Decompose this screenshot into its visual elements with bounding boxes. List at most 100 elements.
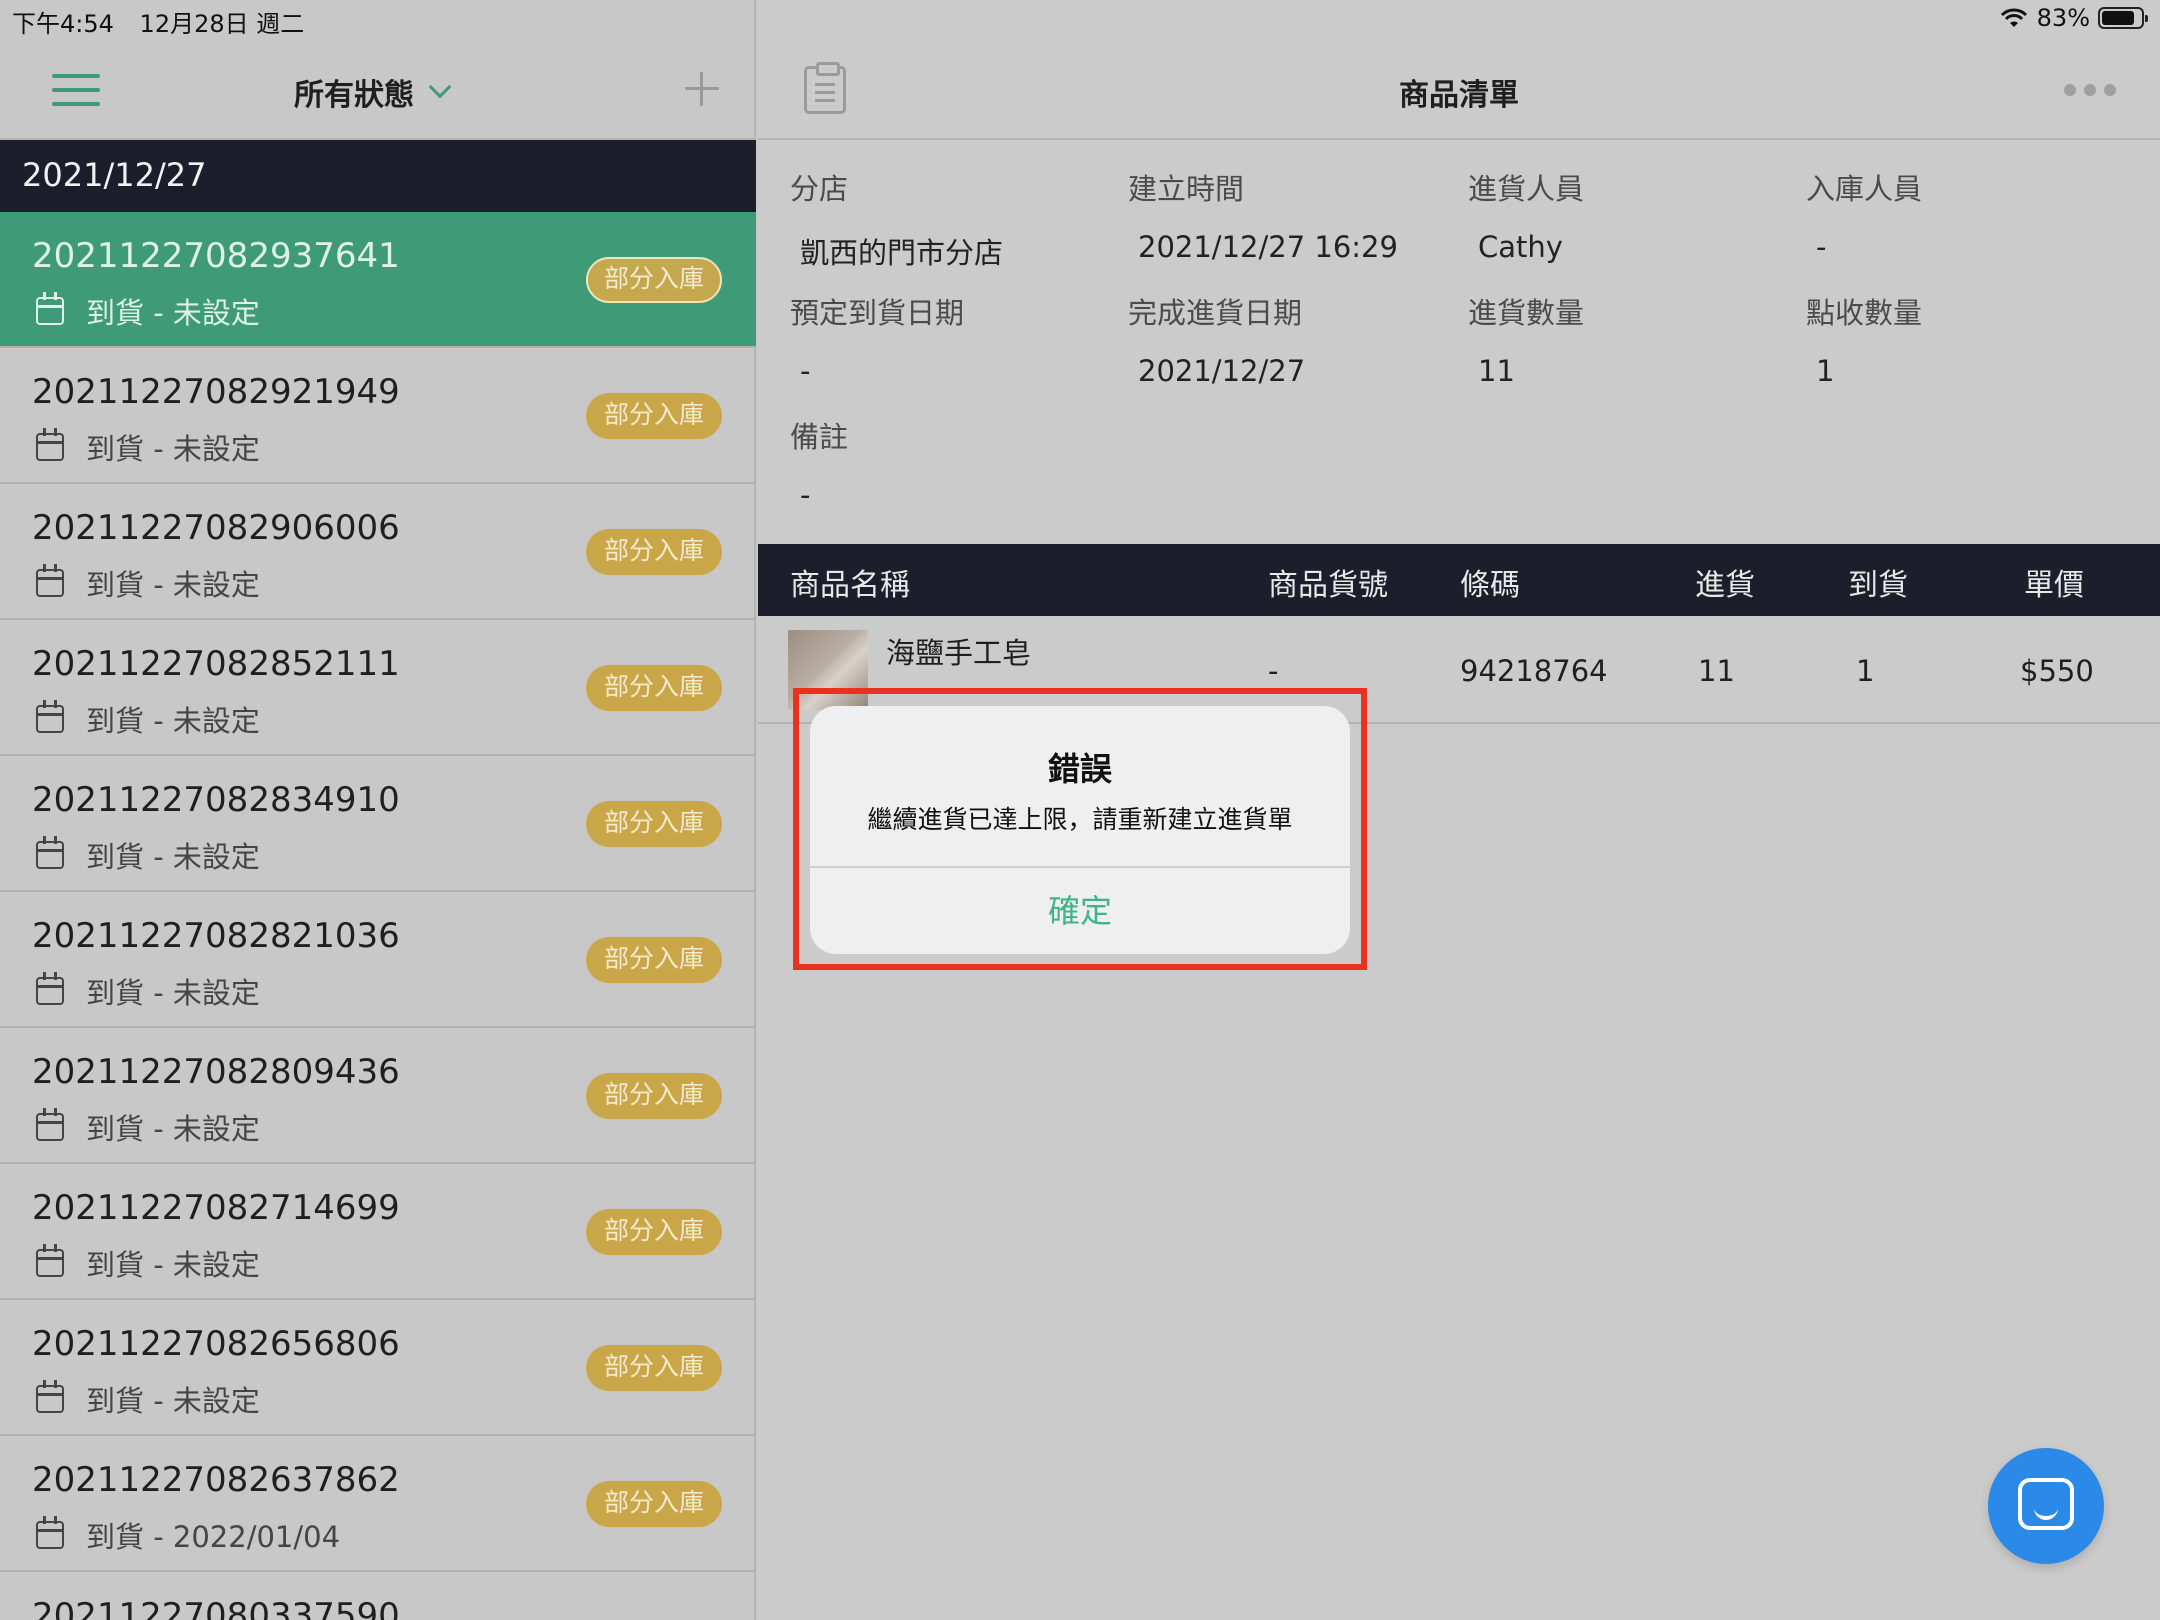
page-title: 商品清單: [1399, 78, 1519, 113]
arrival-text: 到貨 - 未設定: [86, 568, 260, 602]
order-arrival: 到貨 - 未設定: [36, 290, 260, 332]
order-list: 20211227082937641 到貨 - 未設定 部分入庫 20211227…: [0, 212, 756, 1620]
arrival-text: 到貨 - 未設定: [86, 1112, 260, 1146]
order-number: 20211227082821036: [32, 916, 400, 956]
status-filter-label: 所有狀態: [294, 78, 414, 113]
order-number: 20211227082714699: [32, 1188, 400, 1228]
alert-title: 錯誤: [1047, 750, 1112, 788]
ipad-screen: 所有狀態 2021/12/27 20211227082937641 到貨 - 未…: [0, 0, 2160, 1620]
status-badge: 部分入庫: [586, 1345, 722, 1391]
date-section-header: 2021/12/27: [0, 140, 756, 212]
info-expected-date: 預定到貨日期 -: [790, 290, 964, 388]
status-filter-dropdown[interactable]: 所有狀態: [294, 70, 452, 114]
col-arrived: 到貨: [1848, 568, 1908, 603]
arrival-text: 到貨 - 未設定: [86, 704, 260, 738]
order-list-item[interactable]: 20211227082834910 到貨 - 未設定 部分入庫: [0, 756, 756, 892]
arrival-text: 到貨 - 未設定: [86, 432, 260, 466]
info-label: 進貨數量: [1468, 296, 1585, 330]
arrival-text: 到貨 - 未設定: [86, 1248, 260, 1282]
status-badge: 部分入庫: [586, 1209, 722, 1255]
order-number: 20211227080337590: [32, 1596, 400, 1620]
order-arrival: 到貨 - 未設定: [36, 562, 260, 604]
order-list-item[interactable]: 20211227082921949 到貨 - 未設定 部分入庫: [0, 348, 756, 484]
info-label: 分店: [790, 172, 849, 206]
calendar-icon: [36, 972, 64, 1005]
status-badge: 部分入庫: [586, 801, 722, 847]
order-arrival: 到貨 - 未設定: [36, 834, 260, 876]
order-list-item[interactable]: 20211227082852111 到貨 - 未設定 部分入庫: [0, 620, 756, 756]
status-badge: 部分入庫: [586, 393, 722, 439]
order-arrival: 到貨 - 未設定: [36, 1378, 260, 1420]
left-header: 所有狀態: [0, 38, 756, 140]
order-arrival: 到貨 - 未設定: [36, 698, 260, 740]
info-completed-date: 完成進貨日期 2021/12/27: [1128, 290, 1305, 388]
col-sku: 商品貨號: [1268, 568, 1388, 603]
info-label: 進貨人員: [1468, 172, 1585, 206]
order-list-item[interactable]: 20211227080337590: [0, 1572, 756, 1620]
col-product-name: 商品名稱: [790, 568, 910, 603]
status-badge: 部分入庫: [586, 257, 722, 303]
hamburger-menu-icon[interactable]: [52, 74, 100, 108]
add-icon[interactable]: [683, 70, 721, 108]
info-value: -: [800, 354, 811, 388]
product-price: $550: [2020, 654, 2094, 688]
calendar-icon: [36, 1244, 64, 1277]
product-name: 海鹽手工皂: [886, 636, 1032, 670]
info-created: 建立時間 2021/12/27 16:29: [1128, 166, 1398, 264]
chat-support-button[interactable]: [1988, 1448, 2104, 1564]
product-table-header: 商品名稱 商品貨號 條碼 進貨 到貨 單價: [758, 544, 2160, 616]
info-value: 1: [1816, 354, 1835, 388]
wifi-icon: [2000, 8, 2027, 27]
info-label: 入庫人員: [1806, 172, 1923, 206]
info-value: 2021/12/27 16:29: [1138, 230, 1398, 264]
info-notes: 備註 -: [790, 414, 848, 512]
more-options-icon[interactable]: [2064, 84, 2120, 96]
order-list-item[interactable]: 20211227082937641 到貨 - 未設定 部分入庫: [0, 212, 756, 348]
info-value: 凱西的門市分店: [800, 236, 1004, 270]
info-receiver: 入庫人員 -: [1806, 166, 1922, 264]
calendar-icon: [36, 1108, 64, 1141]
alert-message: 繼續進貨已達上限，請重新建立進貨單: [867, 805, 1293, 834]
order-number: 20211227082937641: [32, 236, 400, 276]
info-label: 建立時間: [1128, 172, 1245, 206]
calendar-icon: [36, 292, 64, 325]
order-list-item[interactable]: 20211227082656806 到貨 - 未設定 部分入庫: [0, 1300, 756, 1436]
calendar-icon: [36, 428, 64, 461]
calendar-icon: [36, 564, 64, 597]
status-time: 下午4:54: [12, 10, 114, 38]
info-value: -: [800, 478, 811, 512]
order-arrival: 到貨 - 未設定: [36, 970, 260, 1012]
right-header: 商品清單: [758, 38, 2160, 140]
info-label: 預定到貨日期: [790, 296, 965, 330]
info-branch: 分店 凱西的門市分店: [790, 166, 1003, 272]
info-label: 完成進貨日期: [1128, 296, 1303, 330]
order-list-item[interactable]: 20211227082809436 到貨 - 未設定 部分入庫: [0, 1028, 756, 1164]
col-price: 單價: [2024, 568, 2084, 603]
calendar-icon: [36, 700, 64, 733]
order-number: 20211227082852111: [32, 644, 400, 684]
status-bar-left: 下午4:54 12月28日 週二: [12, 4, 322, 39]
info-value: 11: [1478, 354, 1515, 388]
product-barcode: 94218764: [1460, 654, 1608, 688]
arrival-text: 到貨 - 未設定: [86, 296, 260, 330]
order-list-item[interactable]: 20211227082637862 到貨 - 2022/01/04 部分入庫: [0, 1436, 756, 1572]
order-number: 20211227082906006: [32, 508, 400, 548]
chat-icon: [2018, 1478, 2074, 1530]
order-number: 20211227082834910: [32, 780, 400, 820]
order-list-item[interactable]: 20211227082906006 到貨 - 未設定 部分入庫: [0, 484, 756, 620]
order-arrival: 到貨 - 未設定: [36, 1242, 260, 1284]
status-badge: 部分入庫: [586, 529, 722, 575]
info-label: 備註: [790, 420, 849, 454]
info-purchaser: 進貨人員 Cathy: [1468, 166, 1584, 264]
alert-confirm-button[interactable]: 確定: [810, 868, 1350, 954]
order-number: 20211227082809436: [32, 1052, 400, 1092]
order-list-item[interactable]: 20211227082821036 到貨 - 未設定 部分入庫: [0, 892, 756, 1028]
order-list-item[interactable]: 20211227082714699 到貨 - 未設定 部分入庫: [0, 1164, 756, 1300]
chevron-down-icon: [428, 75, 452, 99]
order-number: 20211227082921949: [32, 372, 400, 412]
status-date: 12月28日 週二: [139, 10, 305, 38]
error-alert-dialog: 錯誤 繼續進貨已達上限，請重新建立進貨單 確定: [810, 706, 1350, 954]
arrival-text: 到貨 - 未設定: [86, 976, 260, 1010]
status-badge: 部分入庫: [586, 1073, 722, 1119]
order-arrival: 到貨 - 2022/01/04: [36, 1514, 340, 1556]
